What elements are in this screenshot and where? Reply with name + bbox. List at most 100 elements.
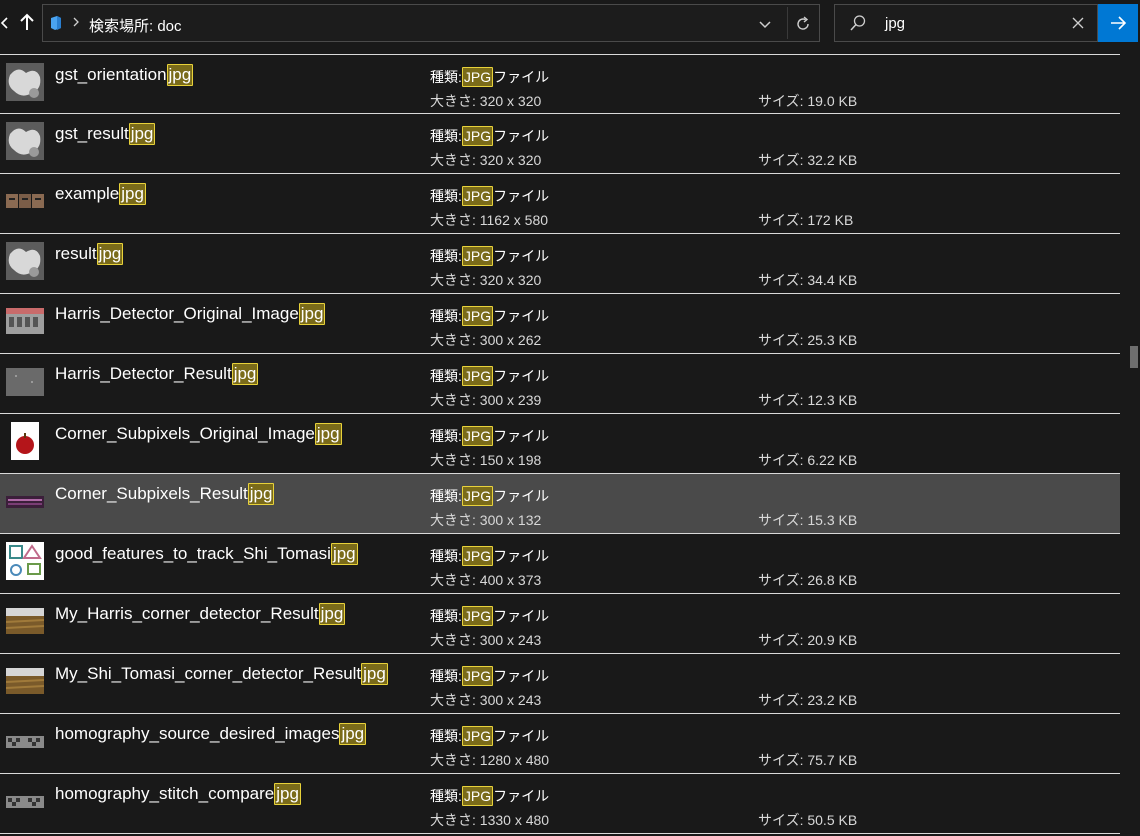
file-dimensions: 大きさ: 320 x 320 [430,93,542,109]
up-arrow-icon [20,13,34,30]
back-arrow-icon[interactable] [0,12,10,34]
file-size: サイズ: 15.3 KB [758,512,858,528]
file-row[interactable]: result jpg 種類: JPG ファイル 大きさ: 320 x 320 サイズ: 34… [0,234,1120,294]
chevron-right-icon[interactable] [71,13,81,34]
search-match-highlight: jpg [128,123,156,145]
search-match-highlight: JPG [461,726,494,746]
file-size: サイズ: 6.22 KB [758,452,858,468]
file-row[interactable]: homography_source_desired_images jpg 種類: JP… [0,714,1120,774]
file-name[interactable]: gst_orientation jpg [55,63,194,87]
file-size: サイズ: 25.3 KB [758,332,858,348]
search-match-highlight: JPG [461,126,494,146]
file-type-suffix: ファイル [493,788,550,804]
file-size: サイズ: 20.9 KB [758,632,858,648]
file-row[interactable]: My_Shi_Tomasi_corner_detector_Result jpg 種… [0,654,1120,714]
file-type-label: 種類: [430,608,462,624]
file-type: 種類: JPG ファイル [430,726,549,746]
search-match-highlight: JPG [461,786,494,806]
search-go-button[interactable] [1098,4,1138,42]
thumbnail-image [6,542,44,580]
file-size: サイズ: 172 KB [758,212,854,228]
file-row[interactable]: good_features_to_track_Shi_Tomasi jpg 種類: J… [0,534,1120,594]
file-row[interactable]: gst_result jpg 種類: JPG ファイル 大きさ: 320 x 320 サイズ… [0,114,1120,174]
file-name[interactable]: example jpg [55,182,146,206]
search-input[interactable]: jpg [885,15,905,32]
file-size: サイズ: 26.8 KB [758,572,858,588]
thumbnail-image [6,302,44,340]
search-match-highlight: jpg [361,663,388,685]
file-type-suffix: ファイル [493,128,550,144]
file-row[interactable]: Harris_Detector_Result jpg 種類: JPG ファイル 大きさ: … [0,354,1120,414]
search-match-highlight: JPG [461,606,494,626]
file-dimensions: 大きさ: 320 x 320 [430,152,542,168]
file-type-suffix: ファイル [493,188,550,204]
file-name-base: gst_orientation [55,65,167,84]
thumbnail-image [6,182,44,220]
file-row[interactable]: gst_orientation jpg 種類: JPG ファイル 大きさ: 320 x 3… [0,54,1120,114]
file-type-suffix: ファイル [493,668,550,684]
thumbnail-image [6,482,44,520]
file-name[interactable]: My_Harris_corner_detector_Result jpg [55,602,346,626]
file-size: サイズ: 23.2 KB [758,692,858,708]
file-row[interactable]: homography_stitch_compare jpg 種類: JPG ファイル大き… [0,774,1120,834]
file-dimensions: 大きさ: 300 x 239 [430,392,542,408]
thumbnail-image [6,122,44,160]
search-match-highlight: jpg [231,363,259,385]
address-divider [787,7,788,39]
file-row[interactable]: Corner_Subpixels_Original_Image jpg 種類: JPG… [0,414,1120,474]
file-row[interactable]: My_Harris_corner_detector_Result jpg 種類: JP… [0,594,1120,654]
chevron-down-icon[interactable] [755,14,775,34]
scrollbar-thumb[interactable] [1130,346,1138,368]
file-name[interactable]: homography_stitch_compare jpg [55,782,301,806]
search-match-highlight: jpg [96,243,124,265]
file-name[interactable]: homography_source_desired_images jpg [55,722,367,746]
file-name[interactable]: Corner_Subpixels_Original_Image jpg [55,422,342,446]
file-dimensions: 大きさ: 1162 x 580 [430,212,549,228]
search-box[interactable]: jpg [834,4,1098,42]
file-name[interactable]: My_Shi_Tomasi_corner_detector_Result jpg [55,662,388,686]
file-dimensions: 大きさ: 300 x 262 [430,332,542,348]
file-size: サイズ: 50.5 KB [758,812,858,828]
file-type-suffix: ファイル [493,728,550,744]
search-match-highlight: jpg [247,483,275,505]
search-match-highlight: JPG [461,366,494,386]
file-name[interactable]: Harris_Detector_Result jpg [55,362,259,386]
thumbnail-image [6,722,44,760]
thumbnail-image [6,782,44,820]
file-size: サイズ: 75.7 KB [758,752,858,768]
close-icon[interactable] [1069,14,1087,32]
file-name[interactable]: result jpg [55,242,124,266]
search-match-highlight: JPG [461,486,494,506]
file-dimensions: 大きさ: 300 x 132 [430,512,542,528]
refresh-icon[interactable] [793,14,813,34]
file-name-base: My_Shi_Tomasi_corner_detector_Result [55,664,362,683]
file-row[interactable]: example jpg 種類: JPG ファイル 大きさ: 1162 x 580 サイズ: … [0,174,1120,234]
search-icon [849,14,867,32]
file-type-suffix: ファイル [493,69,550,85]
file-size: サイズ: 12.3 KB [758,392,858,408]
search-match-highlight: JPG [461,67,494,87]
scrollbar[interactable] [1128,46,1140,836]
file-type-label: 種類: [430,788,462,804]
address-bar[interactable]: 検索場所: doc [42,4,820,42]
file-type-suffix: ファイル [493,608,550,624]
file-name[interactable]: Corner_Subpixels_Result jpg [55,482,275,506]
file-dimensions: 大きさ: 300 x 243 [430,692,542,708]
file-dimensions: 大きさ: 1330 x 480 [430,812,550,828]
file-name-base: Corner_Subpixels_Result [55,484,248,503]
file-type-label: 種類: [430,428,462,444]
file-name[interactable]: gst_result jpg [55,122,156,146]
up-button[interactable] [14,10,40,36]
file-name[interactable]: good_features_to_track_Shi_Tomasi jpg [55,542,358,566]
file-type-label: 種類: [430,368,462,384]
thumbnail-image [6,422,44,460]
file-type-suffix: ファイル [493,428,550,444]
file-row[interactable]: Corner_Subpixels_Result jpg 種類: JPG ファイル大きさ:… [0,474,1120,534]
file-row[interactable]: Harris_Detector_Original_Image jpg 種類: JPG フ… [0,294,1120,354]
file-name[interactable]: Harris_Detector_Original_Image jpg [55,302,326,326]
file-type-label: 種類: [430,128,462,144]
file-type: 種類: JPG ファイル [430,126,549,146]
address-path[interactable]: 検索場所: doc [89,15,182,36]
file-type: 種類: JPG ファイル [430,666,549,686]
file-type: 種類: JPG ファイル [430,486,549,506]
